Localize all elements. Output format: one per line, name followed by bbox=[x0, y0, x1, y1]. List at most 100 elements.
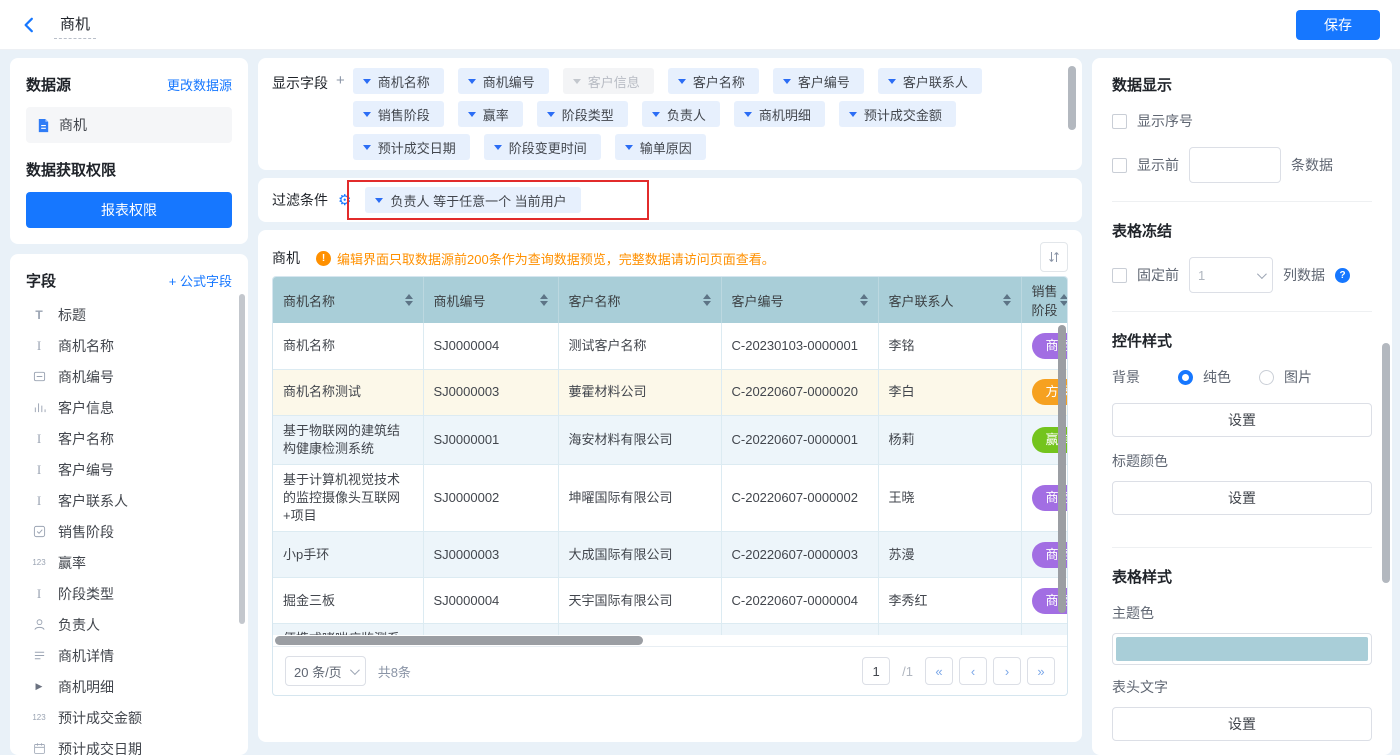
text-icon: I bbox=[30, 338, 48, 354]
person-icon bbox=[30, 618, 48, 631]
chips-scrollbar[interactable] bbox=[1068, 66, 1076, 130]
field-item[interactable]: T标题 bbox=[26, 299, 236, 330]
table-title: 商机 bbox=[272, 248, 300, 268]
table-vertical-scrollbar[interactable] bbox=[1058, 325, 1066, 613]
datasource-item[interactable]: 商机 bbox=[26, 107, 232, 143]
page-size-select[interactable]: 20 条/页 bbox=[285, 656, 366, 686]
back-button[interactable] bbox=[20, 16, 38, 34]
sort-carets-icon[interactable] bbox=[860, 294, 868, 306]
field-item[interactable]: ▶商机明细 bbox=[26, 671, 236, 702]
sort-carets-icon[interactable] bbox=[1003, 294, 1011, 306]
freeze-count-select[interactable]: 1 bbox=[1189, 257, 1273, 293]
add-formula-field-link[interactable]: + 公式字段 bbox=[169, 271, 232, 290]
column-header[interactable]: 商机编号 bbox=[423, 277, 558, 323]
display-field-chip[interactable]: 客户编号 bbox=[773, 68, 864, 94]
field-item[interactable]: I商机名称 bbox=[26, 330, 236, 361]
header-text-setting-button[interactable]: 设置 bbox=[1112, 707, 1372, 741]
title-color-setting-button[interactable]: 设置 bbox=[1112, 481, 1372, 515]
display-field-chip[interactable]: 商机明细 bbox=[734, 101, 825, 127]
show-first-count-input[interactable] bbox=[1189, 147, 1281, 183]
table-row[interactable]: 掘金三板SJ0000004天宇国际有限公司C-20220607-0000004李… bbox=[273, 578, 1067, 624]
table-row[interactable]: 小p手环SJ0000003大成国际有限公司C-20220607-0000003苏… bbox=[273, 532, 1067, 578]
chevron-down-icon bbox=[625, 145, 633, 150]
sort-carets-icon[interactable] bbox=[405, 294, 413, 306]
field-item[interactable]: 预计成交日期 bbox=[26, 733, 236, 755]
display-field-chip[interactable]: 客户名称 bbox=[668, 68, 759, 94]
show-index-checkbox[interactable] bbox=[1112, 114, 1127, 129]
display-fields-label: 显示字段 bbox=[272, 68, 328, 160]
field-item[interactable]: I客户联系人 bbox=[26, 485, 236, 516]
display-field-chip[interactable]: 客户联系人 bbox=[878, 68, 982, 94]
field-list: T标题I商机名称商机编号客户信息I客户名称I客户编号I客户联系人销售阶段123赢… bbox=[26, 299, 236, 755]
sort-carets-icon[interactable] bbox=[540, 294, 548, 306]
show-first-checkbox[interactable] bbox=[1112, 158, 1127, 173]
cell-name: 便携式哮喘病监测系统 bbox=[273, 624, 423, 635]
field-item[interactable]: 123赢率 bbox=[26, 547, 236, 578]
bg-solid-radio[interactable] bbox=[1178, 370, 1193, 385]
column-header[interactable]: 客户联系人 bbox=[878, 277, 1021, 323]
display-field-chip[interactable]: 负责人 bbox=[642, 101, 720, 127]
field-item[interactable]: 客户信息 bbox=[26, 392, 236, 423]
report-permission-button[interactable]: 报表权限 bbox=[26, 192, 232, 228]
field-item[interactable]: 商机详情 bbox=[26, 640, 236, 671]
add-display-field-button[interactable]: + bbox=[336, 68, 345, 160]
display-field-chip[interactable]: 阶段变更时间 bbox=[484, 134, 601, 160]
fields-scrollbar[interactable] bbox=[239, 294, 245, 624]
display-field-chip[interactable]: 客户信息 bbox=[563, 68, 654, 94]
sort-toggle-button[interactable] bbox=[1040, 242, 1068, 272]
bg-solid-label[interactable]: 纯色 bbox=[1203, 367, 1231, 387]
cell-contact: 李秀红 bbox=[878, 578, 1021, 624]
table-row[interactable]: 便携式哮喘病监测系统SJ0000005飞星材料公司C-20220607-0000… bbox=[273, 624, 1067, 635]
column-header[interactable]: 商机名称 bbox=[273, 277, 423, 323]
bg-image-radio[interactable] bbox=[1259, 370, 1274, 385]
bg-image-label[interactable]: 图片 bbox=[1284, 367, 1312, 387]
chevron-down-icon bbox=[849, 112, 857, 117]
freeze-checkbox[interactable] bbox=[1112, 268, 1127, 283]
field-item[interactable]: I客户编号 bbox=[26, 454, 236, 485]
display-field-chip[interactable]: 预计成交日期 bbox=[353, 134, 470, 160]
table-row[interactable]: 商机名称测试SJ0000003葽霍材料公司C-20220607-0000020李… bbox=[273, 369, 1067, 415]
field-item-label: 客户编号 bbox=[58, 460, 114, 480]
display-field-chip[interactable]: 赢率 bbox=[458, 101, 523, 127]
scrollbar-thumb[interactable] bbox=[275, 636, 643, 645]
field-item[interactable]: I客户名称 bbox=[26, 423, 236, 454]
display-field-chip[interactable]: 输单原因 bbox=[615, 134, 706, 160]
display-field-chip[interactable]: 阶段类型 bbox=[537, 101, 628, 127]
column-header[interactable]: 销售阶段 bbox=[1021, 277, 1067, 323]
column-header[interactable]: 客户名称 bbox=[558, 277, 721, 323]
field-item[interactable]: 负责人 bbox=[26, 609, 236, 640]
column-header[interactable]: 客户编号 bbox=[721, 277, 878, 323]
display-field-chip[interactable]: 商机名称 bbox=[353, 68, 444, 94]
display-fields-card: 显示字段 + 商机名称商机编号客户信息客户名称客户编号客户联系人销售阶段赢率阶段… bbox=[258, 58, 1082, 170]
gear-icon[interactable]: ⚙ bbox=[338, 191, 351, 209]
last-page-button[interactable]: » bbox=[1027, 657, 1055, 685]
background-setting-button[interactable]: 设置 bbox=[1112, 403, 1372, 437]
prev-page-button[interactable]: ‹ bbox=[959, 657, 987, 685]
sort-carets-icon[interactable] bbox=[1060, 294, 1068, 306]
help-icon[interactable]: ? bbox=[1335, 268, 1350, 283]
field-item[interactable]: I阶段类型 bbox=[26, 578, 236, 609]
page-title[interactable]: 商机 bbox=[54, 11, 96, 39]
field-item[interactable]: 123预计成交金额 bbox=[26, 702, 236, 733]
display-field-chip[interactable]: 商机编号 bbox=[458, 68, 549, 94]
display-field-chip[interactable]: 预计成交金额 bbox=[839, 101, 956, 127]
filter-condition-chip[interactable]: 负责人 等于任意一个 当前用户 bbox=[365, 187, 580, 213]
display-field-chip[interactable]: 销售阶段 bbox=[353, 101, 444, 127]
sort-carets-icon[interactable] bbox=[703, 294, 711, 306]
page-number-input[interactable] bbox=[862, 657, 890, 685]
theme-color-picker[interactable] bbox=[1112, 633, 1372, 665]
first-page-button[interactable]: « bbox=[925, 657, 953, 685]
table-horizontal-scrollbar[interactable] bbox=[273, 635, 1067, 647]
filter-label: 过滤条件 bbox=[272, 190, 328, 210]
field-item[interactable]: 销售阶段 bbox=[26, 516, 236, 547]
table-row[interactable]: 基于物联网的建筑结构健康检测系统SJ0000001海安材料有限公司C-20220… bbox=[273, 415, 1067, 464]
field-item[interactable]: 商机编号 bbox=[26, 361, 236, 392]
table-row[interactable]: 基于计算机视觉技术的监控摄像头互联网+项目SJ0000002坤曜国际有限公司C-… bbox=[273, 464, 1067, 532]
cell-contact: 李白 bbox=[878, 369, 1021, 415]
next-page-button[interactable]: › bbox=[993, 657, 1021, 685]
change-datasource-link[interactable]: 更改数据源 bbox=[167, 75, 232, 94]
cell-customer_code: C-20220607-0000002 bbox=[721, 464, 878, 532]
table-row[interactable]: 商机名称SJ0000004测试客户名称C-20230103-0000001李铭商… bbox=[273, 323, 1067, 369]
save-button[interactable]: 保存 bbox=[1296, 10, 1380, 40]
settings-scrollbar[interactable] bbox=[1382, 343, 1390, 583]
